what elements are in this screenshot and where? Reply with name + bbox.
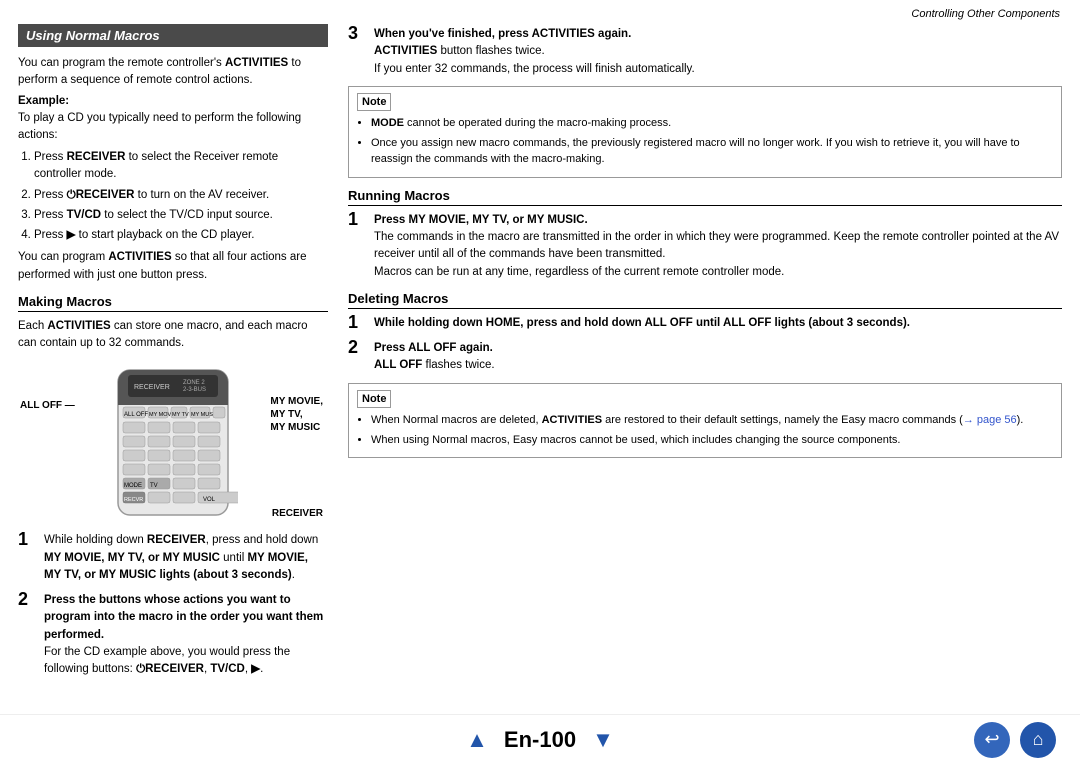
main-content: Using Normal Macros You can program the … bbox=[0, 24, 1080, 708]
note-label-1: Note bbox=[357, 93, 391, 112]
left-column: Using Normal Macros You can program the … bbox=[18, 24, 328, 708]
note-2-item-2: When using Normal macros, Easy macros ca… bbox=[371, 432, 1053, 449]
svg-text:RECVR: RECVR bbox=[124, 497, 143, 503]
remote-svg: RECEIVER ZONE 2 2-3-BUS ALL OFF MY MOV M… bbox=[108, 365, 238, 520]
step-2-number: 2 bbox=[18, 590, 36, 608]
deleting-step-1-number: 1 bbox=[348, 313, 366, 331]
running-step-1-content: Press MY MOVIE, MY TV, or MY MUSIC. The … bbox=[374, 212, 1062, 281]
section-making-macros: Making Macros bbox=[18, 294, 328, 312]
running-step-1: 1 Press MY MOVIE, MY TV, or MY MUSIC. Th… bbox=[348, 212, 1062, 281]
note-1-item-2: Once you assign new macro commands, the … bbox=[371, 135, 1053, 168]
deleting-step-2-number: 2 bbox=[348, 338, 366, 356]
step-1-content: While holding down RECEIVER, press and h… bbox=[44, 532, 328, 584]
intro-text: You can program the remote controller's … bbox=[18, 55, 328, 90]
step-3-block: 3 When you've finished, press ACTIVITIES… bbox=[348, 26, 1062, 78]
svg-text:VOL: VOL bbox=[203, 497, 216, 503]
page-header: Controlling Other Components bbox=[0, 0, 1080, 24]
note-box-1: Note MODE cannot be operated during the … bbox=[348, 86, 1062, 178]
step-3-content: When you've finished, press ACTIVITIES a… bbox=[374, 26, 1062, 78]
header-title: Controlling Other Components bbox=[911, 8, 1060, 20]
page-number: En-100 bbox=[504, 727, 576, 753]
deleting-step-1: 1 While holding down HOME, press and hol… bbox=[348, 315, 1062, 332]
section-running-macros: Running Macros bbox=[348, 188, 1062, 206]
example-step-4: Press ▶ to start playback on the CD play… bbox=[34, 227, 328, 244]
svg-text:ALL OFF: ALL OFF bbox=[124, 412, 148, 418]
home-button[interactable]: ⌂ bbox=[1020, 722, 1056, 758]
note-1-list: MODE cannot be operated during the macro… bbox=[357, 115, 1053, 168]
running-step-1-number: 1 bbox=[348, 210, 366, 228]
note-label-2: Note bbox=[357, 390, 391, 409]
back-button[interactable]: ↩ bbox=[974, 722, 1010, 758]
svg-text:MY MOV: MY MOV bbox=[149, 412, 172, 418]
all-off-label: ALL OFF — bbox=[20, 399, 75, 412]
example-text: To play a CD you typically need to perfo… bbox=[18, 110, 328, 145]
example-step-3: Press TV/CD to select the TV/CD input so… bbox=[34, 207, 328, 224]
note-box-2: Note When Normal macros are deleted, ACT… bbox=[348, 383, 1062, 459]
note-2-item-1: When Normal macros are deleted, ACTIVITI… bbox=[371, 412, 1053, 429]
section-title-using-normal-macros: Using Normal Macros bbox=[18, 24, 328, 47]
svg-text:RECEIVER: RECEIVER bbox=[134, 384, 170, 391]
example-steps-list: Press RECEIVER to select the Receiver re… bbox=[18, 149, 328, 244]
next-page-arrow[interactable]: ▼ bbox=[592, 727, 614, 753]
step-1-block: 1 While holding down RECEIVER, press and… bbox=[18, 532, 328, 584]
step-1-number: 1 bbox=[18, 530, 36, 548]
svg-text:MY TV: MY TV bbox=[172, 412, 189, 418]
step-2-content: Press the buttons whose actions you want… bbox=[44, 592, 328, 678]
footer-icons: ↩ ⌂ bbox=[974, 722, 1056, 758]
section-deleting-macros: Deleting Macros bbox=[348, 291, 1062, 309]
deleting-step-1-content: While holding down HOME, press and hold … bbox=[374, 315, 1062, 332]
my-labels: MY MOVIE,MY TV,MY MUSIC bbox=[270, 395, 323, 434]
example-step-1: Press RECEIVER to select the Receiver re… bbox=[34, 149, 328, 184]
back-icon: ↩ bbox=[984, 729, 999, 750]
deleting-step-2-content: Press ALL OFF again. ALL OFF flashes twi… bbox=[374, 340, 1062, 375]
note-2-list: When Normal macros are deleted, ACTIVITI… bbox=[357, 412, 1053, 448]
example-label: Example: bbox=[18, 95, 328, 107]
making-text: Each ACTIVITIES can store one macro, and… bbox=[18, 318, 328, 353]
step-2-block: 2 Press the buttons whose actions you wa… bbox=[18, 592, 328, 678]
page-footer: ▲ En-100 ▼ ↩ ⌂ bbox=[0, 714, 1080, 764]
svg-text:TV: TV bbox=[150, 483, 158, 489]
svg-text:MODE: MODE bbox=[124, 483, 142, 489]
step-3-number: 3 bbox=[348, 24, 366, 42]
prev-page-arrow[interactable]: ▲ bbox=[466, 727, 488, 753]
example-step-2: Press ⏻RECEIVER to turn on the AV receiv… bbox=[34, 187, 328, 204]
right-column: 3 When you've finished, press ACTIVITIES… bbox=[348, 24, 1062, 708]
svg-text:ZONE 2: ZONE 2 bbox=[183, 380, 205, 386]
svg-text:2-3-BUS: 2-3-BUS bbox=[183, 387, 206, 393]
page-link[interactable]: → page 56 bbox=[963, 414, 1017, 426]
note-1-item-1: MODE cannot be operated during the macro… bbox=[371, 115, 1053, 132]
deleting-step-2: 2 Press ALL OFF again. ALL OFF flashes t… bbox=[348, 340, 1062, 375]
receiver-label: RECEIVER bbox=[272, 508, 323, 519]
remote-diagram: RECEIVER ZONE 2 2-3-BUS ALL OFF MY MOV M… bbox=[18, 357, 328, 527]
svg-text:MY MUS: MY MUS bbox=[191, 412, 213, 418]
home-icon: ⌂ bbox=[1033, 729, 1044, 750]
outro-text: You can program ACTIVITIES so that all f… bbox=[18, 249, 328, 284]
footer-pagination: ▲ En-100 ▼ bbox=[466, 727, 614, 753]
